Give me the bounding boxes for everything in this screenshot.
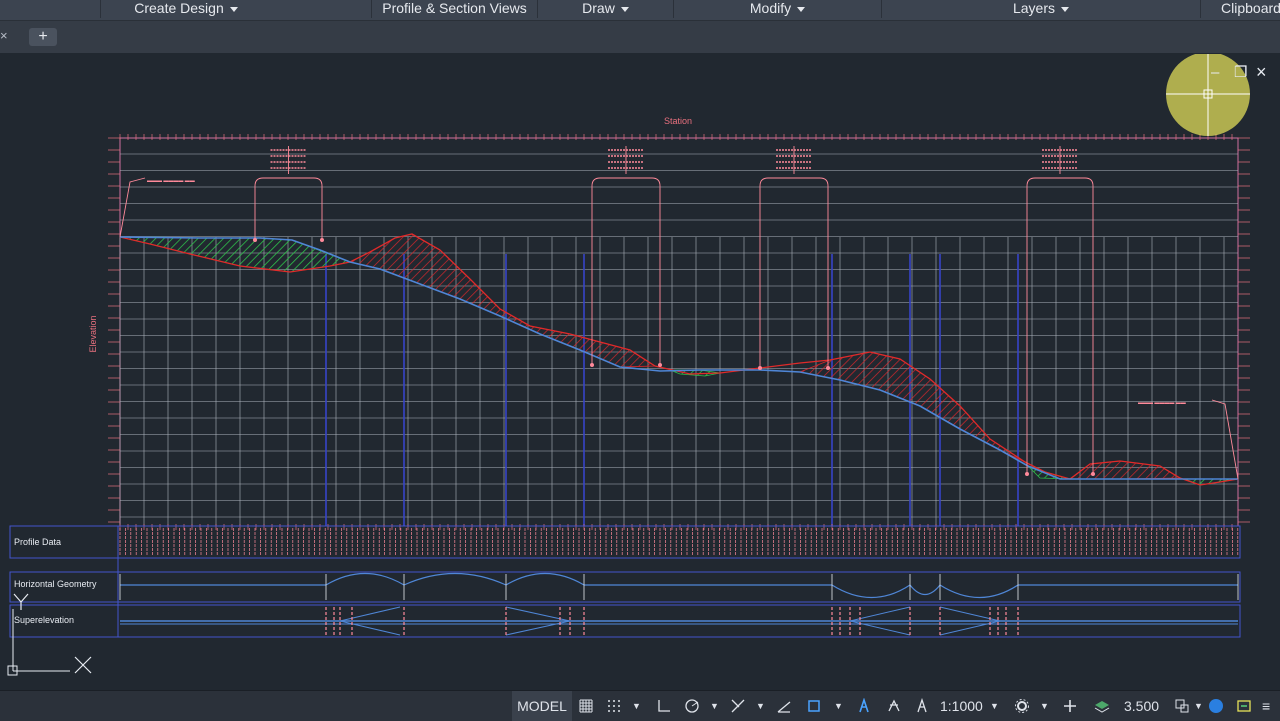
hardware-accel-icon[interactable] [1208, 698, 1224, 714]
superelevation-band-label: Superelevation [14, 615, 74, 625]
isodraft-icon[interactable] [730, 698, 746, 714]
isodraft-dropdown-icon[interactable]: ▼ [756, 691, 765, 721]
modify-label: Modify [749, 0, 792, 16]
annotation-scale-icon[interactable] [914, 698, 930, 714]
pvt-point [1091, 472, 1095, 476]
workspace-gear-icon[interactable] [1014, 698, 1030, 714]
viewport-minimize-button[interactable]: – [1211, 65, 1219, 80]
new-tab-button[interactable]: + [29, 28, 57, 46]
model-space-canvas[interactable]: Station Elevation ▬▬▬ ▬▬▬▬ ▬▬ ▬▬▬ ▬▬▬▬ ▬… [0, 54, 1280, 690]
station-title: Station [664, 116, 692, 126]
horizontal-geometry-band-label: Horizontal Geometry [14, 579, 97, 589]
viewport-restore-button[interactable]: ❐ [1234, 65, 1247, 80]
draw-label: Draw [582, 0, 615, 16]
viewport-close-button[interactable]: × [1256, 63, 1267, 81]
chevron-down-icon [620, 6, 629, 12]
layers-panel[interactable]: Layers [881, 0, 1200, 18]
annotation-visibility-icon[interactable] [856, 698, 872, 714]
begin-grade-text: ▬▬▬ ▬▬▬▬ ▬▬ [147, 178, 195, 184]
chevron-down-icon [1061, 6, 1070, 12]
customize-icon[interactable]: ≡ [1262, 691, 1270, 721]
polar-dropdown-icon[interactable]: ▼ [710, 691, 719, 721]
autoscale-icon[interactable] [886, 698, 902, 714]
cut-region-3 [1068, 460, 1182, 480]
isolate-objects-icon[interactable] [1174, 698, 1190, 714]
pvt-point [826, 366, 830, 370]
layers-label: Layers [1012, 0, 1056, 16]
polar-icon[interactable] [684, 698, 700, 714]
profile-view-drawing[interactable]: Station Elevation ▬▬▬ ▬▬▬▬ ▬▬ ▬▬▬ ▬▬▬▬ ▬… [0, 54, 1280, 690]
model-space-toggle[interactable]: MODEL [512, 691, 572, 721]
profile-section-views-panel[interactable]: Profile & Section Views [371, 0, 537, 18]
ucs-icon [7, 593, 92, 676]
osnap-dropdown-icon[interactable]: ▼ [834, 691, 843, 721]
pvt-point [320, 238, 324, 242]
osnap-icon[interactable] [806, 698, 822, 714]
file-tab-bar [0, 21, 1280, 53]
clean-screen-icon[interactable] [1236, 698, 1252, 714]
pvi-vertical-curve-bracket [759, 177, 829, 368]
scale-dropdown-icon[interactable]: ▼ [990, 691, 999, 721]
end-grade-text: ▬▬▬ ▬▬▬▬ ▬▬ [1138, 400, 1186, 406]
create-design-panel[interactable]: Create Design [100, 0, 271, 18]
ribbon-panel-bar: Create Design Profile & Section Views Dr… [0, 0, 1280, 21]
profile-data-band-label: Profile Data [14, 537, 61, 547]
modify-panel[interactable]: Modify [673, 0, 881, 18]
clipboard-panel[interactable]: Clipboard [1200, 0, 1280, 18]
clipboard-label: Clipboard [1221, 0, 1280, 16]
pvi-vertical-curve-bracket [591, 177, 661, 365]
band-area [9, 525, 1241, 638]
end-grade-leader [1211, 399, 1239, 480]
grid-icon[interactable] [578, 698, 594, 714]
snap-dropdown-icon[interactable]: ▼ [632, 691, 641, 721]
pvt-point [658, 363, 662, 367]
isolate-dropdown-icon[interactable]: ▼ [1194, 691, 1203, 721]
profile-data-band [9, 525, 1241, 559]
profile-section-views-label: Profile & Section Views [382, 0, 527, 16]
pvc-point [1025, 472, 1029, 476]
fill-region-1 [119, 236, 352, 273]
axis-ticks [108, 134, 1250, 530]
pvi-vertical-curve-bracket [1026, 177, 1094, 474]
annotation-scale-value[interactable]: 1:1000 [940, 691, 983, 721]
pvc-point [758, 366, 762, 370]
close-tab-icon[interactable]: × [0, 28, 12, 43]
lineweight-value[interactable]: 3.500 [1124, 691, 1159, 721]
snap-icon[interactable] [606, 698, 622, 714]
layer-icon[interactable] [1094, 698, 1110, 714]
ortho-icon[interactable] [656, 698, 672, 714]
elevation-axis-title: Elevation [88, 315, 98, 352]
horizontal-geometry-band [9, 571, 1241, 603]
profile-data-ticks [119, 528, 1239, 556]
create-design-label: Create Design [134, 0, 224, 16]
cut-region-1 [348, 233, 657, 368]
workspace-dropdown-icon[interactable]: ▼ [1040, 691, 1049, 721]
chevron-down-icon [797, 6, 806, 12]
profile-grid [119, 137, 1239, 527]
pvc-point [253, 238, 257, 242]
status-bar: MODEL ▼ ▼ ▼ ▼ 1:1000 ▼ ▼ 3.500 ▼ ≡ [0, 690, 1280, 721]
draw-panel[interactable]: Draw [537, 0, 673, 18]
chevron-down-icon [229, 6, 238, 12]
pvc-point [590, 363, 594, 367]
plus-icon[interactable] [1062, 698, 1078, 714]
osnap-tracking-icon[interactable] [776, 698, 792, 714]
